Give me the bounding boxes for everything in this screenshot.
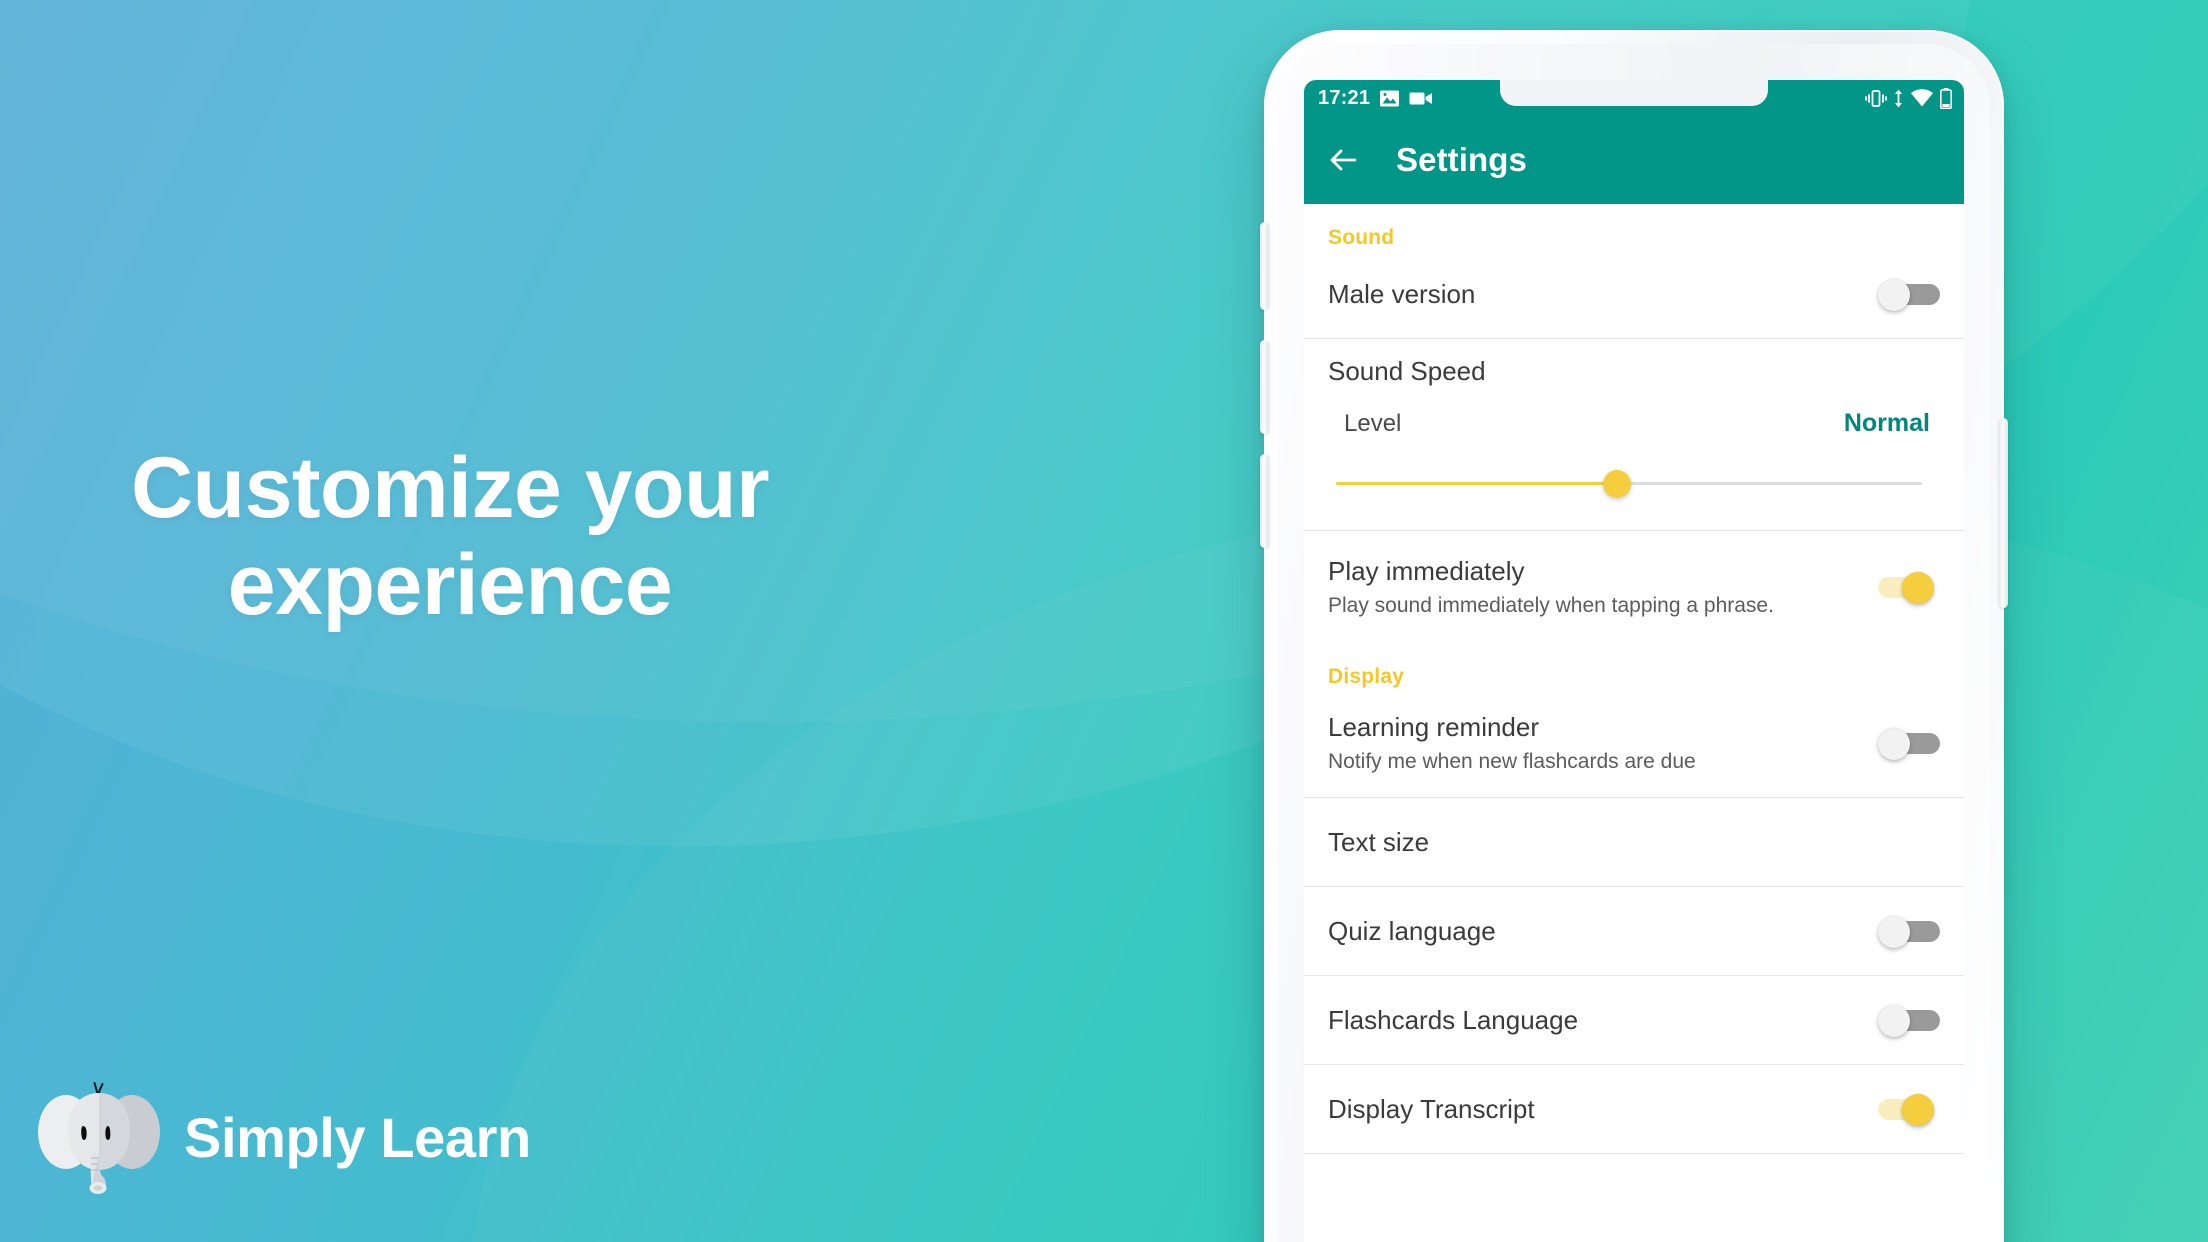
setting-row-text: Text size <box>1328 826 1940 859</box>
setting-title: Flashcards Language <box>1328 1004 1579 1035</box>
setting-title: Male version <box>1328 278 1476 309</box>
elephant-mascot-icon <box>38 1082 160 1194</box>
setting-row-text: Display Transcript <box>1328 1093 1878 1126</box>
setting-block-sound-speed[interactable]: Sound Speed Level Normal <box>1304 339 1964 530</box>
headline-line-2: experience <box>227 537 673 634</box>
app-bar: Settings <box>1304 116 1964 204</box>
setting-row-male-version[interactable]: Male version <box>1304 250 1964 338</box>
wifi-icon <box>1911 88 1933 106</box>
phone-screen: 17:21 Settings Sound Male version Sound … <box>1304 80 1964 1242</box>
setting-subtitle: Play sound immediately when tapping a ph… <box>1328 594 1774 618</box>
toggle-knob <box>1902 1094 1934 1126</box>
slider-label: Level <box>1344 410 1402 437</box>
setting-row-sound-speed: Sound Speed <box>1304 339 1964 403</box>
slider-header: Level Normal <box>1328 409 1940 438</box>
status-bar-right <box>1865 87 1952 109</box>
setting-row-text: Flashcards Language <box>1328 1004 1878 1037</box>
headline-line-1: Customize your <box>130 440 770 536</box>
setting-title: Sound Speed <box>1328 355 1486 386</box>
sound-speed-slider-block: Level Normal <box>1304 403 1964 530</box>
setting-title: Text size <box>1328 826 1430 857</box>
section-header-display: Display <box>1328 665 1405 688</box>
setting-row-text: Learning reminder Notify me when new fla… <box>1328 711 1878 776</box>
sound-speed-slider[interactable] <box>1336 466 1922 500</box>
setting-row-play-immediately[interactable]: Play immediately Play sound immediately … <box>1304 531 1964 643</box>
marketing-headline: Customize your experience <box>0 440 900 634</box>
list-divider <box>1304 1153 1964 1154</box>
setting-subtitle: Notify me when new flashcards are due <box>1328 750 1696 774</box>
toggle-male-version[interactable] <box>1878 279 1940 311</box>
setting-row-text: Sound Speed <box>1328 355 1940 388</box>
phone-side-button-volume-down[interactable] <box>1260 340 1269 434</box>
setting-row-text: Play immediately Play sound immediately … <box>1328 555 1878 620</box>
slider-thumb[interactable] <box>1603 470 1632 498</box>
phone-side-button-assistant[interactable] <box>1260 454 1269 548</box>
toggle-display-transcript[interactable] <box>1878 1094 1940 1126</box>
toggle-play-immediately[interactable] <box>1878 572 1940 604</box>
setting-title: Quiz language <box>1328 915 1496 946</box>
setting-row-flashcards-language[interactable]: Flashcards Language <box>1304 976 1964 1064</box>
section-header-sound: Sound <box>1328 226 1395 249</box>
image-icon <box>1380 90 1400 106</box>
setting-title: Display Transcript <box>1328 1093 1535 1124</box>
toggle-knob <box>1902 572 1934 604</box>
phone-side-button-volume-up[interactable] <box>1260 222 1269 310</box>
phone-notch <box>1500 80 1768 106</box>
setting-row-text-size[interactable]: Text size <box>1304 798 1964 886</box>
phone-side-button-power[interactable] <box>1999 418 2008 608</box>
page-title: Settings <box>1396 141 1527 178</box>
status-bar-left: 17:21 <box>1318 87 1433 110</box>
toggle-quiz-language[interactable] <box>1878 916 1940 948</box>
status-bar: 17:21 <box>1304 80 1964 116</box>
toggle-learning-reminder[interactable] <box>1878 728 1940 760</box>
vibrate-icon <box>1865 89 1887 107</box>
settings-list[interactable]: Sound Male version Sound Speed Level Nor… <box>1304 204 1964 1242</box>
toggle-knob <box>1878 916 1910 948</box>
setting-row-display-transcript[interactable]: Display Transcript <box>1304 1065 1964 1153</box>
brand-name: Simply Learn <box>184 1106 531 1169</box>
setting-row-text: Male version <box>1328 278 1878 311</box>
toggle-knob <box>1878 728 1910 760</box>
setting-row-quiz-language[interactable]: Quiz language <box>1304 887 1964 975</box>
setting-row-text: Quiz language <box>1328 915 1878 948</box>
brand-lockup: Simply Learn <box>36 1082 531 1200</box>
slider-fill <box>1336 482 1618 485</box>
toggle-knob <box>1878 1005 1910 1037</box>
status-bar-clock: 17:21 <box>1318 86 1371 109</box>
back-arrow-icon[interactable] <box>1326 143 1360 177</box>
slider-value: Normal <box>1843 409 1930 437</box>
toggle-flashcards-language[interactable] <box>1878 1005 1940 1037</box>
setting-title: Play immediately <box>1328 555 1525 586</box>
setting-row-learning-reminder[interactable]: Learning reminder Notify me when new fla… <box>1304 689 1964 797</box>
phone-mockup: 17:21 Settings Sound Male version Sound … <box>1260 30 2008 1242</box>
setting-title: Learning reminder <box>1328 711 1540 742</box>
video-camera-icon <box>1409 92 1433 104</box>
data-transfer-icon <box>1895 89 1902 107</box>
battery-icon <box>1940 87 1952 109</box>
toggle-knob <box>1878 279 1910 311</box>
